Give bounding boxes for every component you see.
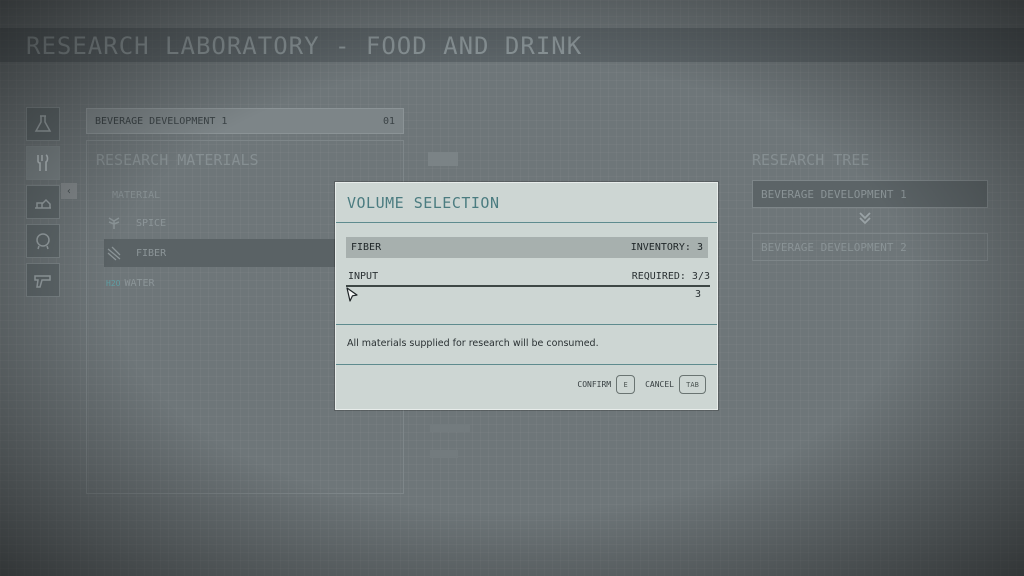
cancel-key-button[interactable]: TAB (679, 375, 706, 394)
outpost-icon (35, 198, 51, 209)
project-tag: 01 (382, 115, 395, 127)
screen-title: RESEARCH LABORATORY - FOOD AND DRINK (26, 32, 583, 60)
inventory-count: INVENTORY: 3 (630, 242, 703, 253)
volume-selection-dialog: VOLUME SELECTION FIBER INVENTORY: 3 INPU… (335, 182, 718, 410)
category-flask[interactable] (26, 107, 60, 141)
water-icon: H2O (106, 278, 121, 288)
divider (336, 222, 717, 223)
divider (336, 364, 717, 365)
consume-warning: All materials supplied for research will… (347, 338, 599, 349)
mid-panel-heading-placeholder (428, 152, 458, 166)
helmet-icon (36, 233, 50, 250)
fiber-icon (104, 245, 124, 261)
tree-node-label: BEVERAGE DEVELOPMENT 1 (761, 187, 907, 201)
selected-material-bar: FIBER INVENTORY: 3 (346, 237, 708, 258)
tree-node-label: BEVERAGE DEVELOPMENT 2 (761, 240, 907, 254)
mouse-cursor-icon (346, 287, 358, 302)
dialog-footer: CONFIRM E CANCEL TAB (577, 375, 706, 394)
mid-panel-placeholder (430, 424, 470, 432)
material-row-fiber[interactable]: FIBER (104, 239, 344, 267)
category-equipment[interactable] (26, 224, 60, 258)
flask-icon (34, 115, 52, 132)
material-name: FIBER (136, 247, 167, 259)
confirm-label[interactable]: CONFIRM (577, 380, 611, 389)
double-chevron-down-icon (859, 212, 871, 225)
material-row-water[interactable]: H2O WATER (104, 269, 344, 297)
research-tree-heading: RESEARCH TREE (752, 151, 870, 169)
category-weapons[interactable] (26, 263, 60, 297)
material-name: SPICE (136, 217, 167, 229)
project-header: BEVERAGE DEVELOPMENT 1 01 (86, 108, 404, 134)
chevron-left-icon: ‹ (65, 185, 73, 197)
dialog-title: VOLUME SELECTION (347, 194, 500, 212)
tree-node-beverage-1[interactable]: BEVERAGE DEVELOPMENT 1 (752, 180, 988, 208)
required-count: REQUIRED: 3/3 (631, 271, 710, 282)
material-name: WATER (124, 277, 155, 289)
cancel-label[interactable]: CANCEL (645, 380, 674, 389)
material-name: FIBER (351, 242, 382, 253)
slider-fill (346, 285, 710, 287)
leaf-icon (104, 215, 124, 231)
category-food[interactable] (26, 146, 60, 180)
slider-value: 3 (694, 289, 701, 300)
materials-heading: RESEARCH MATERIALS (96, 151, 259, 169)
volume-slider[interactable] (346, 285, 710, 287)
divider (336, 324, 717, 325)
confirm-key-button[interactable]: E (616, 375, 636, 394)
category-sidebar (26, 107, 60, 302)
material-row-spice[interactable]: SPICE (104, 209, 344, 237)
material-column-header: MATERIAL (112, 190, 161, 201)
pistol-icon (34, 275, 51, 288)
input-row: INPUT REQUIRED: 3/3 (348, 271, 710, 282)
project-name: BEVERAGE DEVELOPMENT 1 (95, 115, 228, 127)
category-outpost[interactable] (26, 185, 60, 219)
tree-node-beverage-2[interactable]: BEVERAGE DEVELOPMENT 2 (752, 233, 988, 261)
utensils-icon (37, 154, 49, 171)
mid-panel-placeholder (430, 450, 458, 458)
input-label: INPUT (348, 271, 379, 282)
collapse-panel-button[interactable]: ‹ (61, 183, 77, 199)
